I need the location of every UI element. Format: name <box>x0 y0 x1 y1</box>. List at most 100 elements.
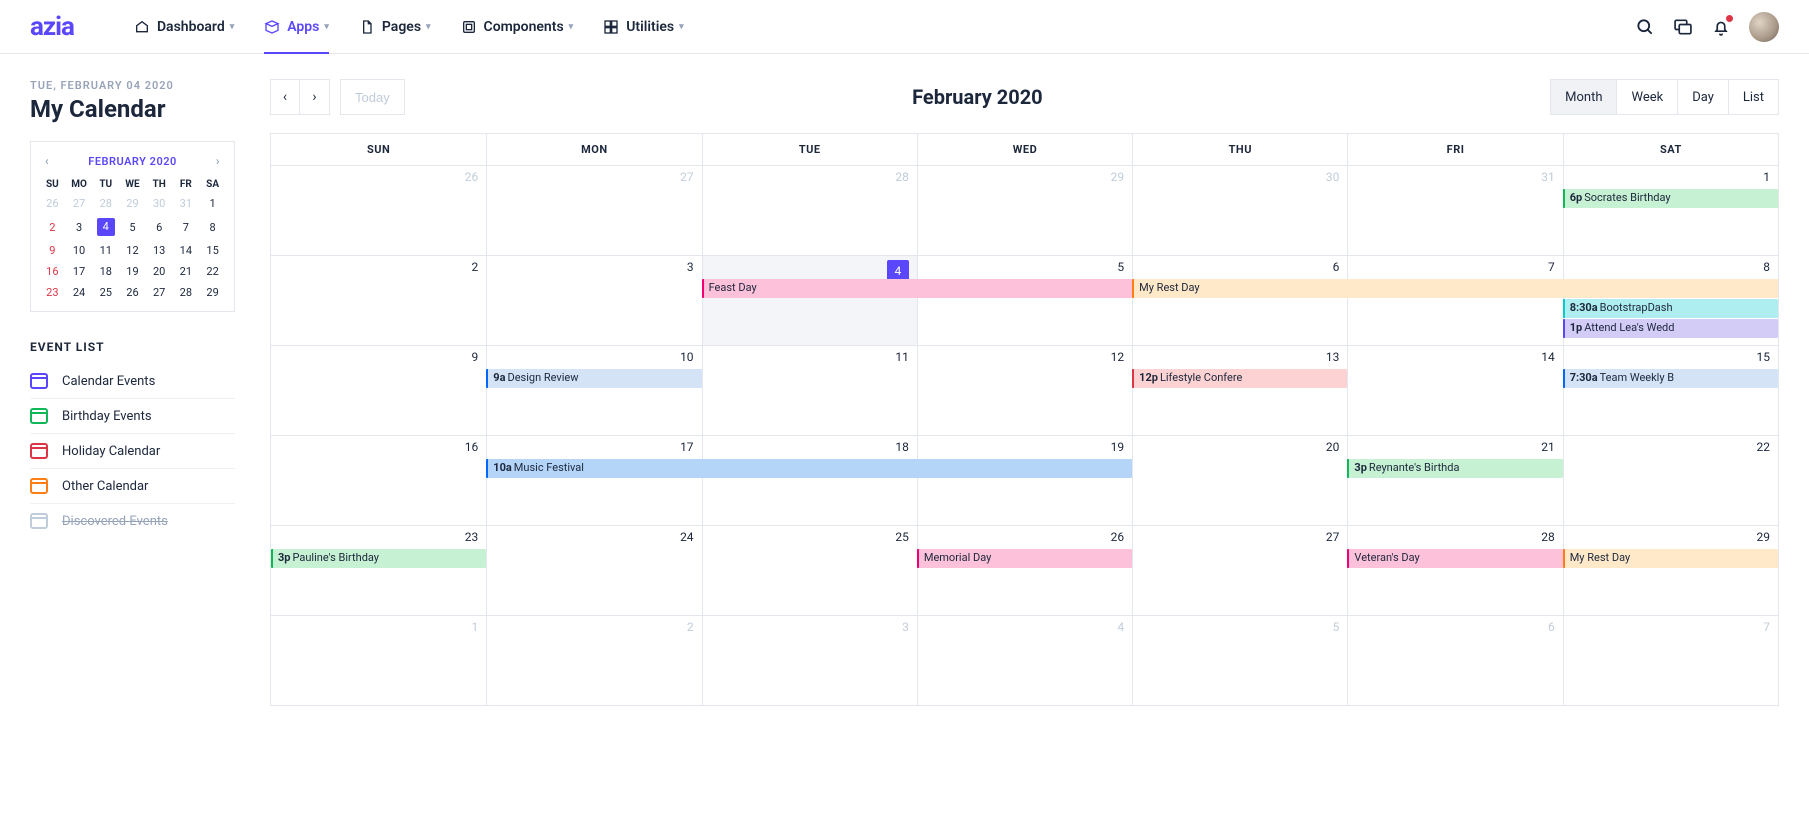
minical-day[interactable]: 12 <box>119 240 146 261</box>
minical-day[interactable]: 25 <box>92 282 119 303</box>
minical-day[interactable]: 26 <box>119 282 146 303</box>
nav-item-pages[interactable]: Pages▾ <box>359 0 431 53</box>
eventlist-item[interactable]: Other Calendar <box>30 469 235 504</box>
view-day-button[interactable]: Day <box>1678 79 1729 115</box>
minical-day[interactable]: 14 <box>173 240 200 261</box>
calendar-day-cell[interactable]: 29 <box>917 165 1132 255</box>
nav-item-apps[interactable]: Apps▾ <box>264 0 329 53</box>
calendar-day-cell[interactable]: 26 <box>917 525 1132 615</box>
minical-day[interactable]: 3 <box>66 214 93 240</box>
nav-item-components[interactable]: Components▾ <box>461 0 574 53</box>
minical-day[interactable]: 28 <box>92 193 119 214</box>
minical-day[interactable]: 11 <box>92 240 119 261</box>
calendar-event[interactable]: My Rest Day <box>1132 279 1778 298</box>
eventlist-item[interactable]: Birthday Events <box>30 399 235 434</box>
nav-item-utilities[interactable]: Utilities▾ <box>603 0 683 53</box>
calendar-event[interactable]: 3pPauline's Birthday <box>271 549 486 568</box>
calendar-day-cell[interactable]: 4 <box>917 615 1132 705</box>
minical-day[interactable]: 31 <box>173 193 200 214</box>
calendar-day-cell[interactable]: 13 <box>1132 345 1347 435</box>
calendar-day-cell[interactable]: 14 <box>1347 345 1562 435</box>
minical-day[interactable]: 24 <box>66 282 93 303</box>
calendar-day-cell[interactable]: 3 <box>486 255 701 345</box>
calendar-day-cell[interactable]: 25 <box>702 525 917 615</box>
brand-logo[interactable]: azia <box>30 12 74 42</box>
minical-day[interactable]: 20 <box>146 261 173 282</box>
calendar-day-cell[interactable]: 21 <box>1347 435 1562 525</box>
calendar-day-cell[interactable]: 27 <box>486 165 701 255</box>
calendar-event[interactable]: 12pLifestyle Confere <box>1132 369 1347 388</box>
cal-next-button[interactable]: › <box>300 79 330 115</box>
minical-day[interactable]: 22 <box>199 261 226 282</box>
eventlist-item[interactable]: Calendar Events <box>30 364 235 399</box>
calendar-day-cell[interactable]: 5 <box>1132 615 1347 705</box>
calendar-event[interactable]: 1pAttend Lea's Wedd <box>1563 319 1778 338</box>
minical-day[interactable]: 15 <box>199 240 226 261</box>
minical-day[interactable]: 1 <box>199 193 226 214</box>
calendar-day-cell[interactable]: 2 <box>486 615 701 705</box>
calendar-day-cell[interactable]: 18 <box>702 435 917 525</box>
minical-day[interactable]: 6 <box>146 214 173 240</box>
calendar-event[interactable]: 3pReynante's Birthda <box>1347 459 1562 478</box>
calendar-day-cell[interactable]: 17 <box>486 435 701 525</box>
calendar-event[interactable]: My Rest Day <box>1563 549 1778 568</box>
calendar-day-cell[interactable]: 27 <box>1132 525 1347 615</box>
search-icon[interactable] <box>1635 17 1655 37</box>
view-list-button[interactable]: List <box>1729 79 1779 115</box>
minical-day[interactable]: 21 <box>173 261 200 282</box>
minical-day[interactable]: 30 <box>146 193 173 214</box>
calendar-day-cell[interactable]: 12 <box>917 345 1132 435</box>
minical-day[interactable]: 29 <box>199 282 226 303</box>
avatar[interactable] <box>1749 12 1779 42</box>
eventlist-item[interactable]: Discovered Events <box>30 504 235 538</box>
minical-day[interactable]: 17 <box>66 261 93 282</box>
calendar-day-cell[interactable]: 23 <box>271 525 486 615</box>
view-month-button[interactable]: Month <box>1550 79 1617 115</box>
minical-day[interactable]: 26 <box>39 193 66 214</box>
calendar-day-cell[interactable]: 28 <box>1347 525 1562 615</box>
calendar-day-cell[interactable]: 24 <box>486 525 701 615</box>
minical-day[interactable]: 10 <box>66 240 93 261</box>
minical-day[interactable]: 16 <box>39 261 66 282</box>
minical-day[interactable]: 23 <box>39 282 66 303</box>
minical-day[interactable]: 27 <box>146 282 173 303</box>
calendar-day-cell[interactable]: 10 <box>486 345 701 435</box>
calendar-day-cell[interactable]: 9 <box>271 345 486 435</box>
minical-day[interactable]: 18 <box>92 261 119 282</box>
calendar-day-cell[interactable]: 28 <box>702 165 917 255</box>
calendar-day-cell[interactable]: 2 <box>271 255 486 345</box>
calendar-day-cell[interactable]: 3 <box>702 615 917 705</box>
today-button[interactable]: Today <box>340 79 405 115</box>
calendar-day-cell[interactable]: 16 <box>271 435 486 525</box>
minical-day[interactable]: 2 <box>39 214 66 240</box>
minical-day[interactable]: 9 <box>39 240 66 261</box>
chat-icon[interactable] <box>1673 17 1693 37</box>
calendar-day-cell[interactable]: 20 <box>1132 435 1347 525</box>
minical-day[interactable]: 29 <box>119 193 146 214</box>
calendar-day-cell[interactable]: 19 <box>917 435 1132 525</box>
calendar-day-cell[interactable]: 6 <box>1347 615 1562 705</box>
calendar-day-cell[interactable]: 29 <box>1563 525 1778 615</box>
calendar-day-cell[interactable]: 6 <box>1132 255 1347 345</box>
minical-next[interactable]: › <box>212 152 224 170</box>
minical-day[interactable]: 7 <box>173 214 200 240</box>
calendar-day-cell[interactable]: 30 <box>1132 165 1347 255</box>
calendar-day-cell[interactable]: 15 <box>1563 345 1778 435</box>
cal-prev-button[interactable]: ‹ <box>270 79 300 115</box>
minical-day[interactable]: 5 <box>119 214 146 240</box>
calendar-day-cell[interactable]: 11 <box>702 345 917 435</box>
calendar-event[interactable]: 9aDesign Review <box>486 369 701 388</box>
minical-day[interactable]: 8 <box>199 214 226 240</box>
calendar-day-cell[interactable]: 7 <box>1347 255 1562 345</box>
nav-item-dashboard[interactable]: Dashboard▾ <box>134 0 234 53</box>
minical-day[interactable]: 4 <box>92 214 119 240</box>
calendar-day-cell[interactable]: 31 <box>1347 165 1562 255</box>
calendar-day-cell[interactable]: 1 <box>1563 165 1778 255</box>
minical-day[interactable]: 13 <box>146 240 173 261</box>
minical-day[interactable]: 28 <box>173 282 200 303</box>
calendar-event[interactable]: 10aMusic Festival <box>486 459 1132 478</box>
calendar-day-cell[interactable]: 7 <box>1563 615 1778 705</box>
minical-day[interactable]: 27 <box>66 193 93 214</box>
calendar-day-cell[interactable]: 5 <box>917 255 1132 345</box>
calendar-day-cell[interactable]: 22 <box>1563 435 1778 525</box>
